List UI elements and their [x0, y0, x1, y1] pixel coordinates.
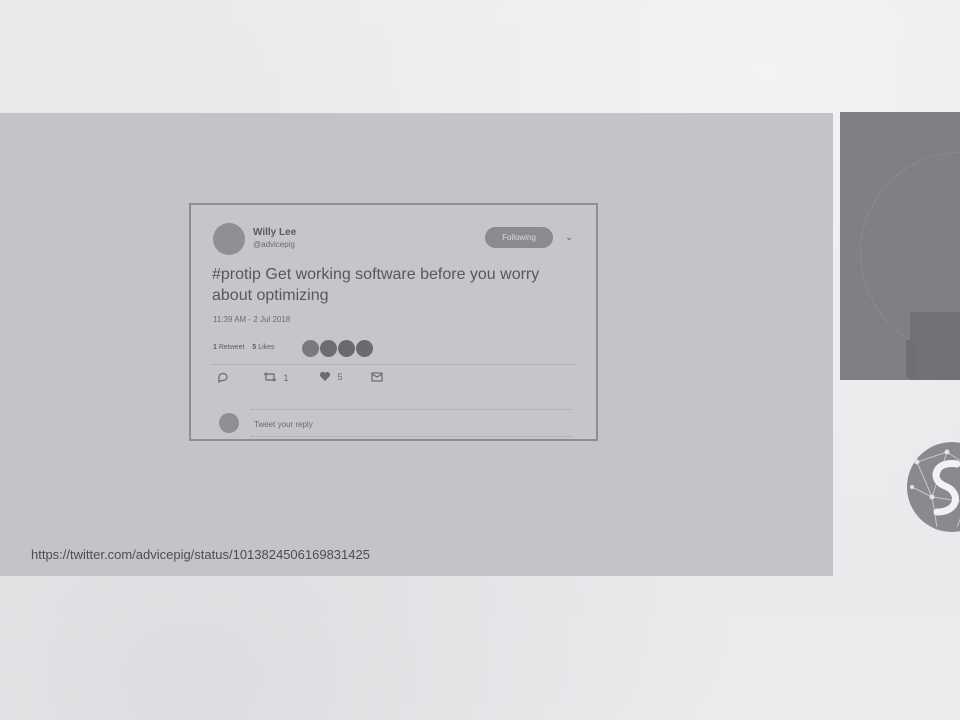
reply-button[interactable]: [217, 371, 229, 387]
tweet-stats: 1 Retweet 5 Likes: [213, 344, 275, 351]
reply-avatar: [219, 413, 239, 433]
photo-shape: [910, 312, 960, 380]
retweet-count-inline: 1: [283, 373, 289, 383]
liker-avatar[interactable]: [320, 340, 337, 357]
heart-icon: [319, 371, 331, 381]
tweet-card: Willy Lee @advicepig Following ⌄ #protip…: [189, 203, 598, 441]
likes-label[interactable]: Likes: [258, 344, 274, 351]
side-photo: [840, 112, 960, 380]
chevron-down-icon[interactable]: ⌄: [565, 232, 573, 243]
retweet-button[interactable]: 1: [263, 371, 289, 387]
network-logo-icon: [907, 442, 960, 532]
likes-count: 5: [252, 344, 257, 351]
photo-shape-small: [906, 340, 916, 378]
retweet-icon: [263, 372, 277, 382]
divider: [211, 364, 576, 365]
reply-divider-top: [251, 409, 571, 411]
reply-divider-bottom: [251, 436, 571, 438]
reply-composer[interactable]: Tweet your reply: [191, 409, 596, 439]
like-count-inline: 5: [337, 372, 343, 382]
liker-avatar[interactable]: [356, 340, 373, 357]
avatar[interactable]: [213, 223, 245, 255]
retweet-count: 1: [213, 344, 217, 351]
like-button[interactable]: 5: [319, 371, 343, 387]
envelope-icon: [371, 372, 383, 382]
tweet-url[interactable]: https://twitter.com/advicepig/status/101…: [31, 547, 370, 562]
retweet-label[interactable]: Retweet: [219, 344, 245, 351]
reply-icon: [218, 372, 228, 384]
tweet-text: #protip Get working software before you …: [212, 266, 540, 304]
tweet-timestamp[interactable]: 11:39 AM - 2 Jul 2018: [213, 315, 290, 324]
following-button[interactable]: Following: [485, 227, 553, 248]
direct-message-button[interactable]: [371, 371, 383, 387]
author-handle[interactable]: @advicepig: [253, 240, 295, 249]
author-name[interactable]: Willy Lee: [253, 227, 296, 238]
reply-input[interactable]: Tweet your reply: [254, 420, 313, 429]
liker-avatar[interactable]: [302, 340, 319, 357]
liker-avatar[interactable]: [338, 340, 355, 357]
